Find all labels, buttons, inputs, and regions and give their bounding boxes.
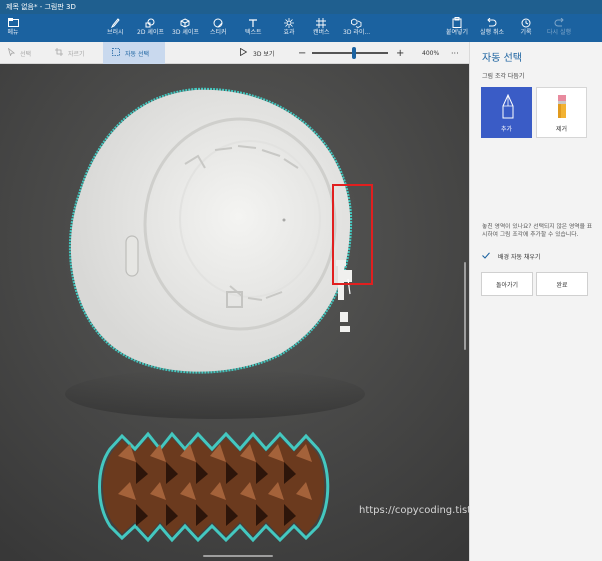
autofill-label: 배경 자동 채우기 [498,253,541,261]
zoom-level[interactable]: 400% [422,42,439,64]
redo-icon [552,16,566,29]
zoom-in-label: + [396,47,405,59]
tool-canvas[interactable]: 캔버스 [313,16,330,40]
crop-tool-button[interactable]: 자르기 [55,42,85,64]
tool-label: 효과 [283,29,295,36]
tool-3d-shapes[interactable]: 3D 셰이프 [172,16,199,40]
more-options-button[interactable]: ··· [451,42,459,64]
magic-select-button[interactable]: 자동 선택 [103,42,165,64]
add-tool-card[interactable]: 추가 [481,87,532,138]
selection-toolbar: 선택 자르기 자동 선택 3D 보기 − + 400% ··· [0,42,469,64]
remove-label: 제거 [555,126,568,133]
more-label: ··· [451,48,459,58]
history-icon [519,16,533,29]
canvas-photo [0,64,469,561]
zoom-level-text: 400% [422,49,440,57]
check-icon [482,251,490,261]
panel-description: 놓친 영역이 있나요? 선택되지 않은 영역을 표시하여 그림 조각에 추가할 … [482,224,593,238]
canvas-icon [314,16,328,29]
tool-label: 3D 라이... [343,29,371,36]
zoom-in-button[interactable]: + [396,42,404,64]
zoom-out-label: − [298,47,307,59]
select-tool-button[interactable]: 선택 [7,42,32,64]
highlight-box [332,184,373,285]
add-label: 추가 [500,126,513,133]
cursor-icon [7,47,16,58]
zoom-slider-track[interactable] [312,52,388,54]
back-label: 돌아가기 [495,281,519,289]
2d-shapes-icon [143,16,157,29]
magic-select-panel: 자동 선택 그림 조각 다듬기 추가 제거 놓친 영역이 있나요? 선택되지 않… [469,42,602,561]
tool-label: 2D 셰이프 [137,29,164,36]
zoom-slider-thumb[interactable] [351,47,356,59]
vertical-scrollbar[interactable] [464,262,466,350]
horizontal-scrollbar[interactable] [203,555,273,557]
undo-label: 실행 취소 [480,29,504,36]
tool-2d-shapes[interactable]: 2D 셰이프 [137,16,164,40]
tool-brushes[interactable]: 브러시 [107,16,124,40]
tool-label: 텍스트 [245,29,262,36]
autofill-background-checkbox[interactable]: 배경 자동 채우기 [482,251,540,261]
undo-button[interactable]: 실행 취소 [480,16,504,40]
canvas-area[interactable] [0,64,469,561]
panel-title: 자동 선택 [482,53,522,64]
select-label: 선택 [20,50,32,58]
panel-subtitle: 그림 조각 다듬기 [482,73,525,80]
crop-label: 자르기 [68,50,85,58]
tool-label: 3D 셰이프 [172,29,199,36]
history-button[interactable]: 기록 [519,16,533,40]
redo-label: 다시 실행 [547,29,571,36]
window-title: 제목 없음* - 그림판 3D [6,3,76,11]
view-3d-label: 3D 보기 [253,50,275,58]
menu-label: 메뉴 [7,29,19,36]
crop-icon [55,48,63,58]
pencil-icon [501,93,515,124]
menu-button[interactable]: 메뉴 [6,16,20,40]
done-label: 완료 [556,281,568,289]
title-bar: 제목 없음* - 그림판 3D [0,0,602,14]
3d-library-icon [350,16,364,29]
tool-text[interactable]: 텍스트 [245,16,262,40]
tool-3d-library[interactable]: 3D 라이... [343,16,370,40]
brush-icon [108,16,122,29]
paste-label: 붙여넣기 [446,29,469,36]
magic-select-icon [112,48,120,58]
eraser-icon [555,94,569,124]
play-icon [240,47,248,58]
effects-icon [282,16,296,29]
tool-stickers[interactable]: 스티커 [210,16,227,40]
done-button[interactable]: 완료 [536,272,588,296]
remove-tool-card[interactable]: 제거 [536,87,587,138]
history-label: 기록 [520,29,532,36]
tool-label: 브러시 [107,29,124,36]
undo-icon [485,16,499,29]
tool-label: 캔버스 [313,29,330,36]
folder-icon [6,16,20,29]
back-button[interactable]: 돌아가기 [481,272,533,296]
text-icon [246,16,260,29]
paste-icon [450,16,464,29]
ribbon: 메뉴 브러시 2D 셰이프 3D 셰이프 스티커 텍스트 효과 캔버스 3D 라… [0,14,602,42]
view-3d-button[interactable]: 3D 보기 [240,42,274,64]
sticker-icon [211,16,225,29]
redo-button[interactable]: 다시 실행 [547,16,571,40]
3d-shapes-icon [178,16,192,29]
tool-effects[interactable]: 효과 [282,16,296,40]
paste-button[interactable]: 붙여넣기 [446,16,468,40]
magic-select-label: 자동 선택 [125,50,149,58]
zoom-out-button[interactable]: − [298,42,306,64]
tool-label: 스티커 [210,29,227,36]
